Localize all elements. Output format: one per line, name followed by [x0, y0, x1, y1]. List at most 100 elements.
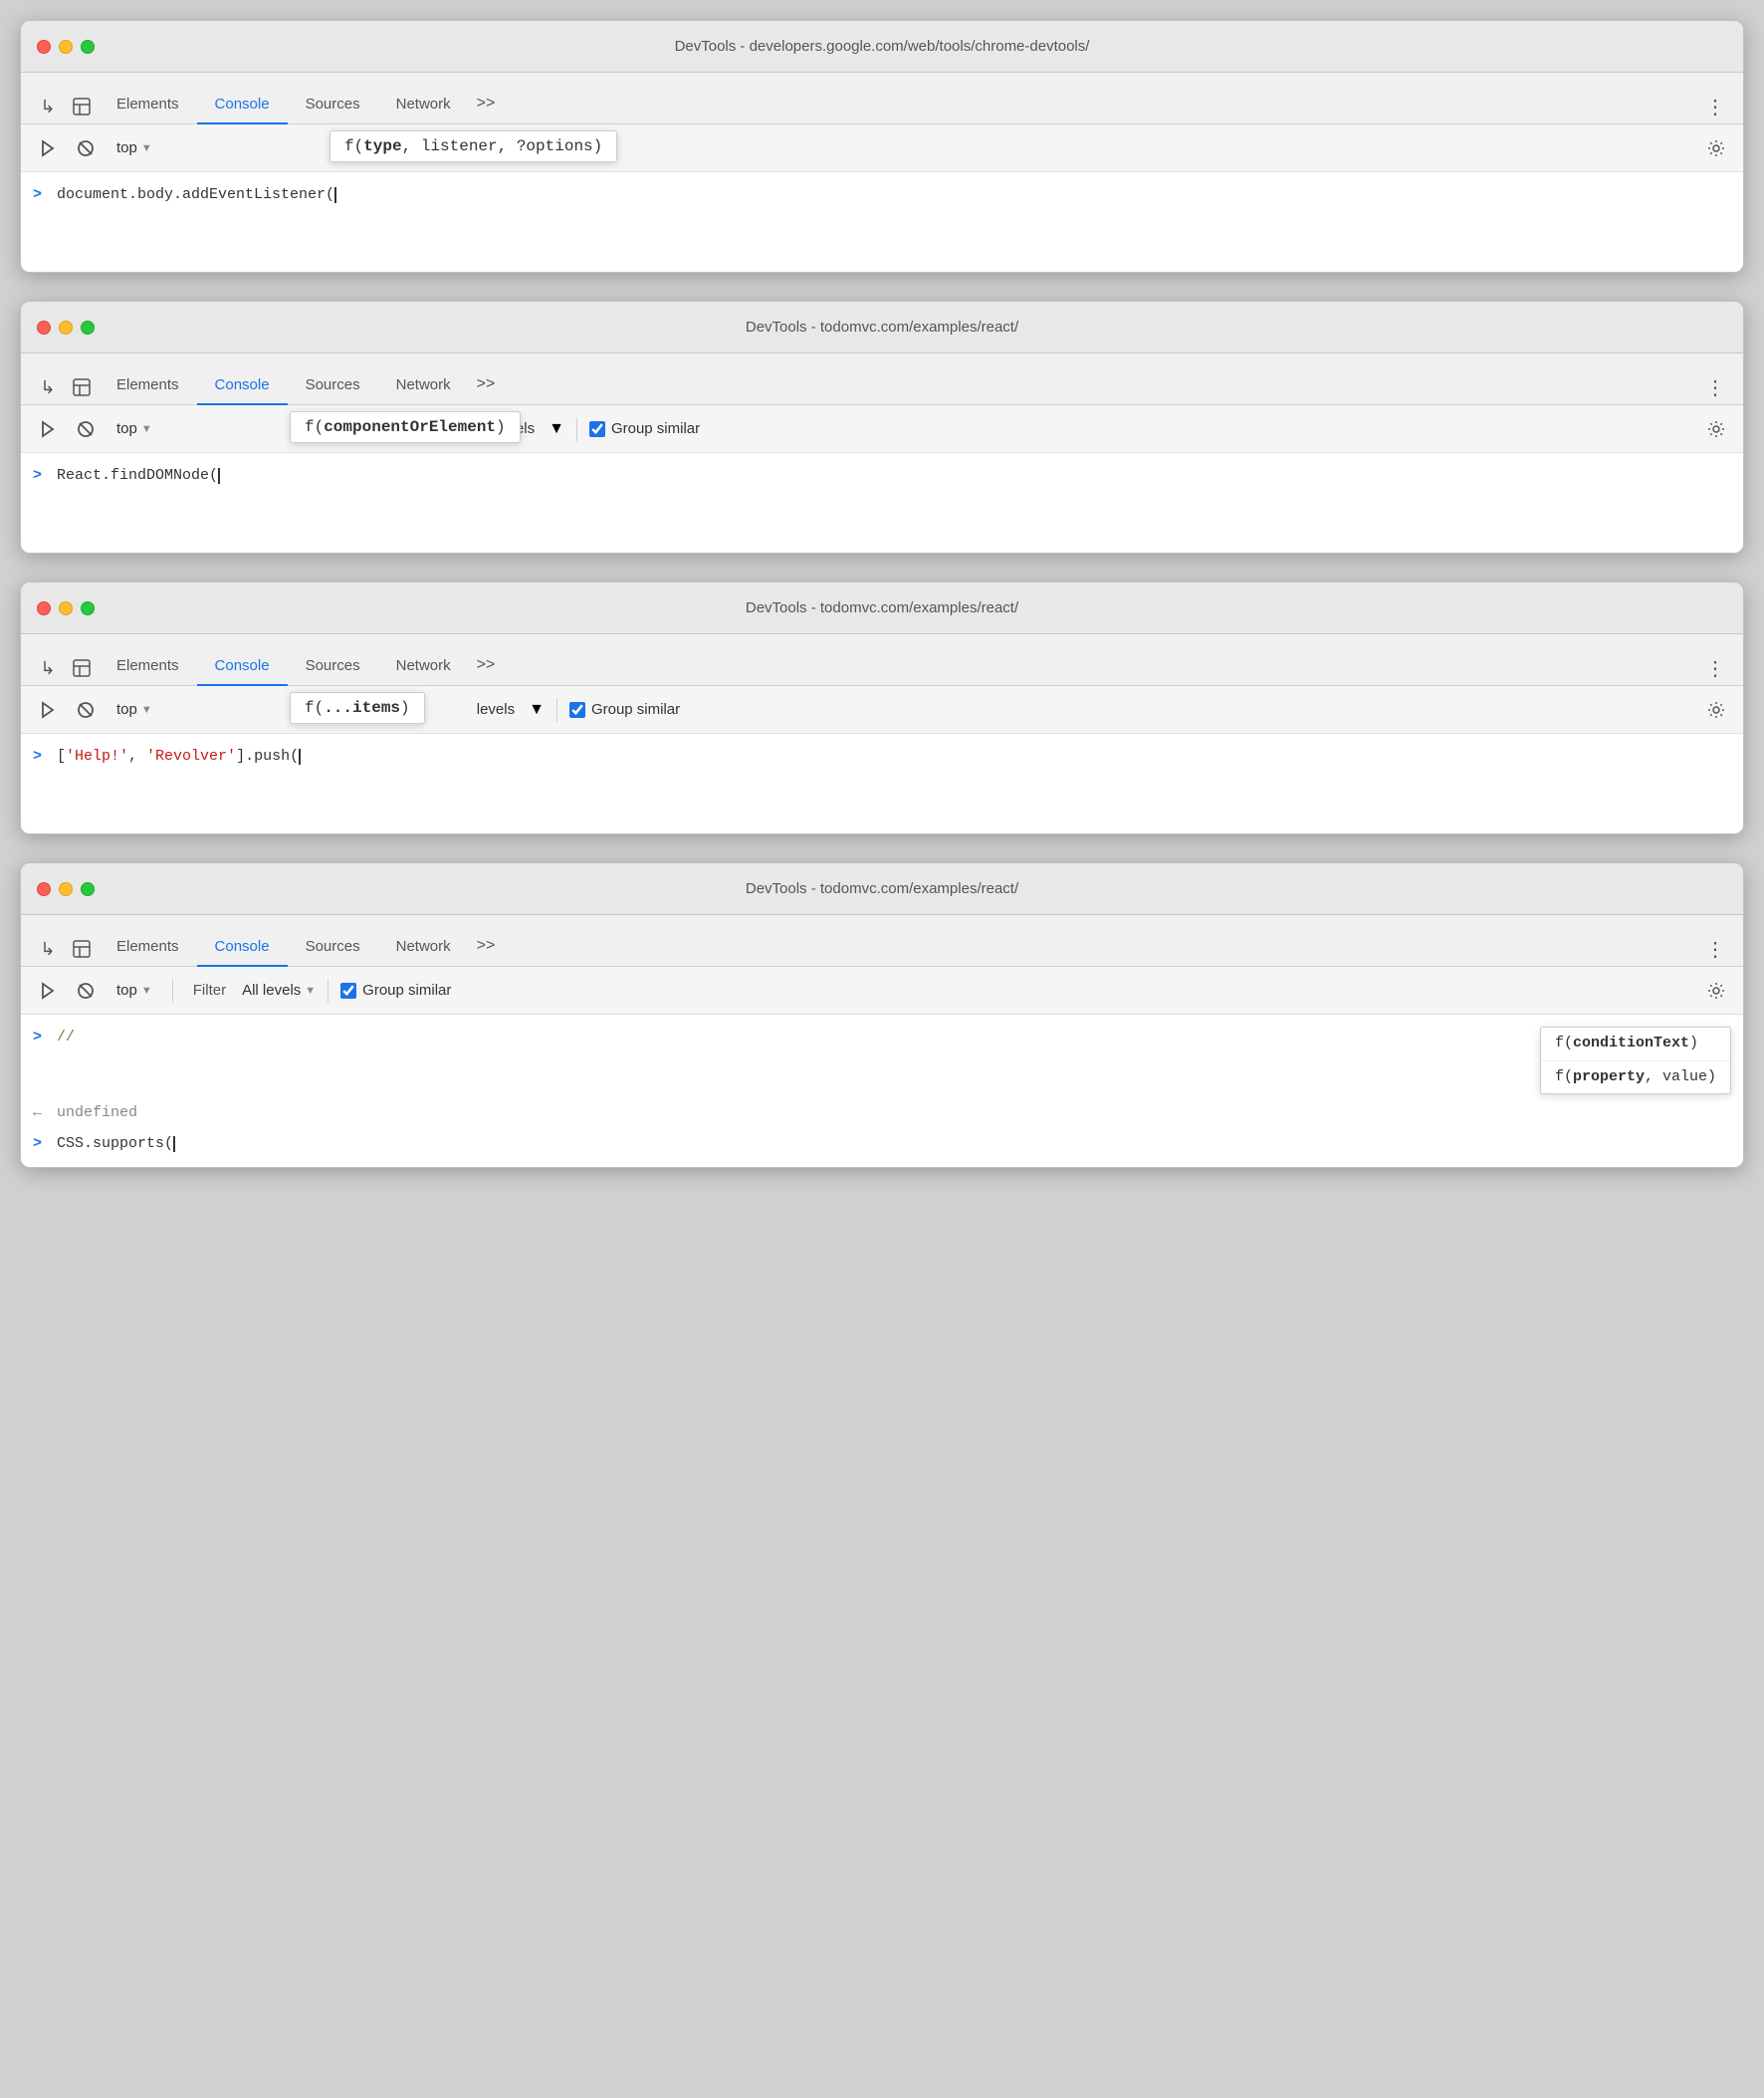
settings-button-4[interactable] [1701, 976, 1731, 1006]
menu-dots-2[interactable]: ⋮ [1697, 371, 1733, 404]
console-prompt-2: > [33, 465, 49, 488]
cursor-icon-3[interactable]: ↳ [31, 652, 65, 686]
tab-more-4[interactable]: >> [469, 929, 504, 967]
tooltip-item-4a[interactable]: f(conditionText) [1541, 1028, 1730, 1060]
console-text-4c[interactable]: CSS.supports( [57, 1133, 1731, 1156]
tab-console-1[interactable]: Console [197, 88, 288, 124]
traffic-lights-4 [37, 882, 95, 896]
close-button-3[interactable] [37, 601, 51, 615]
menu-dots-4[interactable]: ⋮ [1697, 933, 1733, 966]
close-button[interactable] [37, 40, 51, 54]
clear-console-button-1[interactable] [71, 133, 101, 163]
menu-dots-1[interactable]: ⋮ [1697, 91, 1733, 123]
devtools-window-1: DevTools - developers.google.com/web/too… [20, 20, 1744, 273]
devtools-window-3: DevTools - todomvc.com/examples/react/ ↳… [20, 582, 1744, 834]
run-script-button-4[interactable] [33, 976, 63, 1006]
tab-sources-4[interactable]: Sources [288, 930, 378, 967]
tooltip-item-4b[interactable]: f(property, value) [1541, 1060, 1730, 1094]
tab-network-1[interactable]: Network [378, 88, 469, 124]
filter-label-4: Filter [185, 978, 234, 1003]
tooltip-bold-4b: property [1573, 1068, 1645, 1085]
console-text-3[interactable]: ['Help!', 'Revolver'].push( [57, 746, 1731, 769]
settings-button-3[interactable] [1701, 695, 1731, 725]
group-similar-input-4[interactable] [340, 983, 356, 999]
clear-console-button-3[interactable] [71, 695, 101, 725]
run-script-button-2[interactable] [33, 414, 63, 444]
close-button-4[interactable] [37, 882, 51, 896]
autocomplete-tooltip-1: f(type, listener, ?options) [330, 130, 617, 162]
context-selector-2[interactable]: top ▼ [109, 416, 160, 441]
dropdown-arrow-4: ▼ [141, 985, 152, 997]
group-similar-input-3[interactable] [569, 702, 585, 718]
cursor-icon[interactable]: ↳ [31, 91, 65, 124]
autocomplete-tooltip-4: f(conditionText) f(property, value) [1540, 1027, 1731, 1094]
group-similar-label-4: Group similar [362, 982, 451, 999]
cursor-icon-4[interactable]: ↳ [31, 933, 65, 967]
tab-elements-1[interactable]: Elements [99, 88, 197, 124]
clear-console-button-4[interactable] [71, 976, 101, 1006]
maximize-button-4[interactable] [81, 882, 95, 896]
tab-sources-2[interactable]: Sources [288, 368, 378, 405]
tab-sources-3[interactable]: Sources [288, 649, 378, 686]
console-text-4a[interactable]: // [57, 1027, 1524, 1049]
tab-network-4[interactable]: Network [378, 930, 469, 967]
title-bar-3: DevTools - todomvc.com/examples/react/ [21, 583, 1743, 634]
context-selector-1[interactable]: top ▼ [109, 135, 160, 160]
dropdown-arrow-2: ▼ [141, 423, 152, 435]
tab-console-2[interactable]: Console [197, 368, 288, 405]
inspect-icon-4[interactable] [65, 933, 99, 967]
toolbar-1: top ▼ f(type, listener, ?options) [21, 124, 1743, 172]
group-similar-label-3: Group similar [591, 701, 680, 718]
settings-button-1[interactable] [1701, 133, 1731, 163]
tab-menu-1: ⋮ [1697, 91, 1733, 123]
console-text-1[interactable]: document.body.addEventListener( [57, 184, 1731, 207]
run-script-button-1[interactable] [33, 133, 63, 163]
inspect-icon-3[interactable] [65, 652, 99, 686]
menu-dots-3[interactable]: ⋮ [1697, 652, 1733, 685]
maximize-button[interactable] [81, 40, 95, 54]
group-similar-checkbox-3: Group similar [569, 701, 680, 718]
maximize-button-3[interactable] [81, 601, 95, 615]
group-similar-input-2[interactable] [589, 421, 605, 437]
tooltip-rest-1: , listener, ?options) [402, 137, 603, 155]
tab-menu-4: ⋮ [1697, 933, 1733, 966]
context-selector-4[interactable]: top ▼ [109, 978, 160, 1003]
tab-more-3[interactable]: >> [469, 648, 504, 686]
tab-elements-4[interactable]: Elements [99, 930, 197, 967]
console-text-2[interactable]: React.findDOMNode( [57, 465, 1731, 488]
minimize-button-2[interactable] [59, 321, 73, 335]
inspect-icon[interactable] [65, 91, 99, 124]
toolbar-3: top ▼ f(...items) levels ▼ Group similar [21, 686, 1743, 734]
context-selector-3[interactable]: top ▼ [109, 697, 160, 722]
window-title-3: DevTools - todomvc.com/examples/react/ [746, 599, 1018, 616]
settings-button-2[interactable] [1701, 414, 1731, 444]
clear-console-button-2[interactable] [71, 414, 101, 444]
tab-network-2[interactable]: Network [378, 368, 469, 405]
levels-selector-4[interactable]: All levels ▼ [242, 982, 316, 999]
tab-console-3[interactable]: Console [197, 649, 288, 686]
tab-more-1[interactable]: >> [469, 87, 504, 124]
minimize-button[interactable] [59, 40, 73, 54]
console-line-3: > ['Help!', 'Revolver'].push( [21, 742, 1743, 773]
console-line-4c: > CSS.supports( [21, 1129, 1743, 1160]
tab-network-3[interactable]: Network [378, 649, 469, 686]
tab-elements-2[interactable]: Elements [99, 368, 197, 405]
minimize-button-3[interactable] [59, 601, 73, 615]
close-button-2[interactable] [37, 321, 51, 335]
console-text-4b: undefined [57, 1102, 1731, 1125]
tooltip-bold-4a: conditionText [1573, 1035, 1689, 1051]
inspect-icon-2[interactable] [65, 371, 99, 405]
console-area-1: > document.body.addEventListener( [21, 172, 1743, 272]
window-title-4: DevTools - todomvc.com/examples/react/ [746, 880, 1018, 897]
tab-console-4[interactable]: Console [197, 930, 288, 967]
tab-sources-1[interactable]: Sources [288, 88, 378, 124]
run-script-button-3[interactable] [33, 695, 63, 725]
tab-elements-3[interactable]: Elements [99, 649, 197, 686]
console-prompt-1: > [33, 184, 49, 207]
cursor-icon-2[interactable]: ↳ [31, 371, 65, 405]
maximize-button-2[interactable] [81, 321, 95, 335]
tooltip-bold-1: type [363, 137, 401, 155]
tab-more-2[interactable]: >> [469, 367, 504, 405]
dropdown-arrow-1: ▼ [141, 142, 152, 154]
minimize-button-4[interactable] [59, 882, 73, 896]
